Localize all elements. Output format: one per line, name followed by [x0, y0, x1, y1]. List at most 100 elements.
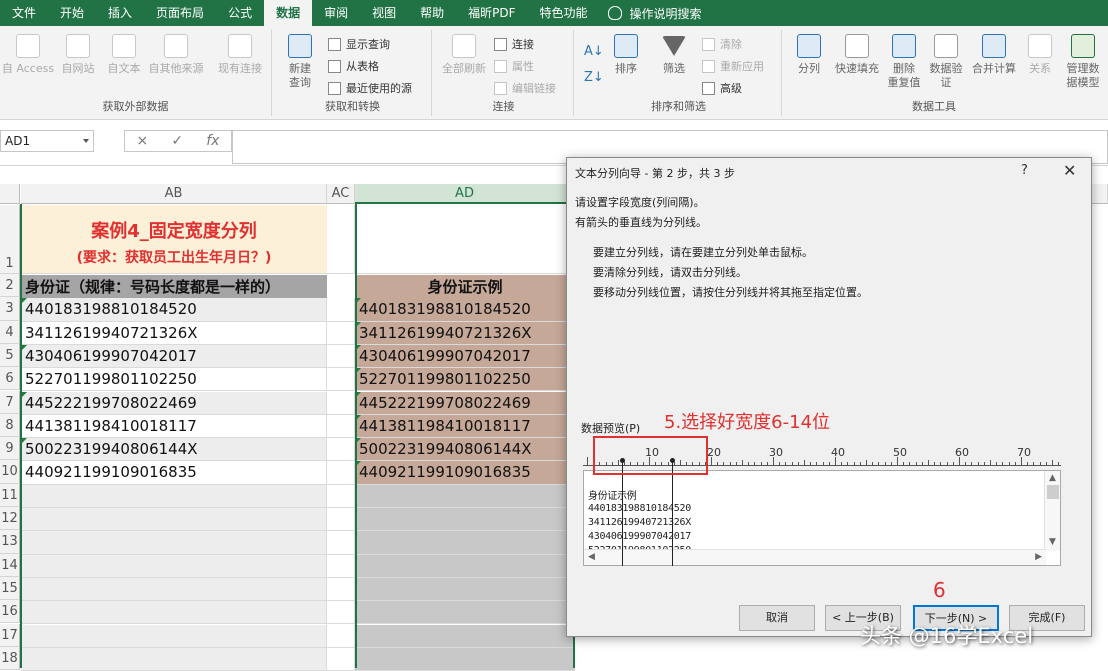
row-header[interactable]: 2: [0, 274, 20, 298]
scroll-down-icon[interactable]: ▼: [1049, 537, 1056, 547]
cell-empty[interactable]: [21, 484, 327, 508]
cell-ab-id[interactable]: 440183198810184520: [21, 298, 327, 322]
data-preview[interactable]: 身份证示例 440183198810184520 341126199407213…: [583, 470, 1061, 566]
tab-formulas[interactable]: 公式: [216, 0, 264, 26]
tab-file[interactable]: 文件: [0, 0, 48, 26]
cell-ac[interactable]: [327, 368, 355, 392]
insert-function-icon[interactable]: fx: [206, 133, 219, 149]
row-header[interactable]: 12: [0, 507, 20, 531]
existing-connections-button[interactable]: 现有连接: [212, 34, 268, 76]
sort-ascending-icon[interactable]: A↓: [584, 44, 604, 59]
from-access-button[interactable]: 自 Access: [0, 34, 56, 76]
row-header[interactable]: 15: [0, 576, 20, 601]
refresh-all-button[interactable]: 全部刷新: [436, 34, 492, 76]
connections-button[interactable]: 连接: [494, 36, 534, 52]
advanced-filter-button[interactable]: 高级: [702, 80, 742, 96]
cell-empty[interactable]: [327, 508, 355, 532]
manage-data-model-button[interactable]: 管理数 据模型: [1060, 34, 1106, 90]
cell-empty[interactable]: [327, 484, 355, 508]
cell-empty[interactable]: [21, 601, 327, 625]
row-header[interactable]: 3: [0, 297, 20, 321]
row-header[interactable]: 1: [0, 205, 20, 274]
break-line-6[interactable]: [622, 460, 623, 566]
cell-ab-id[interactable]: 445222199708022469: [21, 391, 327, 415]
cell-ac[interactable]: [327, 438, 355, 462]
cell-ac1[interactable]: [327, 205, 355, 274]
row-header[interactable]: 16: [0, 600, 20, 624]
cell-ad-id[interactable]: 440183198810184520: [355, 298, 575, 322]
from-table-button[interactable]: 从表格: [328, 58, 379, 74]
scroll-up-icon[interactable]: ▲: [1049, 473, 1056, 483]
cell-ac[interactable]: [327, 461, 355, 485]
properties-button[interactable]: 属性: [494, 58, 534, 74]
cell-ad-id[interactable]: 440921199109016835: [355, 461, 575, 485]
row-header[interactable]: 7: [0, 390, 20, 414]
cell-empty[interactable]: [21, 624, 327, 648]
cell-ad-id[interactable]: 445222199708022469: [355, 391, 575, 415]
cell-empty[interactable]: [355, 601, 575, 625]
banner-cell[interactable]: 案例4_固定宽度分列 (要求：获取员工出生年月日？): [21, 205, 327, 274]
cell-ac[interactable]: [327, 344, 355, 369]
close-icon[interactable]: ✕: [1063, 161, 1076, 180]
row-header[interactable]: 17: [0, 623, 20, 647]
cell-ab-id[interactable]: 522701199801102250: [21, 368, 327, 392]
sort-button[interactable]: 排序: [604, 34, 648, 76]
tell-me-search[interactable]: 操作说明搜索: [607, 5, 702, 22]
tab-insert[interactable]: 插入: [96, 0, 144, 26]
break-line-14[interactable]: [672, 460, 673, 566]
cell-ad-id[interactable]: 34112619940721326X: [355, 321, 575, 345]
new-query-button[interactable]: 新建 查询: [278, 34, 322, 90]
edit-links-button[interactable]: 编辑链接: [494, 80, 556, 96]
tab-foxit-pdf[interactable]: 福昕PDF: [456, 0, 527, 26]
row-header[interactable]: 13: [0, 530, 20, 554]
cancel-entry-icon[interactable]: ×: [137, 133, 149, 149]
cell-ab-id[interactable]: 430406199907042017: [21, 344, 327, 369]
row-header[interactable]: 11: [0, 483, 20, 507]
scroll-left-icon[interactable]: ◀: [588, 552, 595, 562]
row-header[interactable]: 4: [0, 320, 20, 344]
cell-ad-id[interactable]: 430406199907042017: [355, 344, 575, 369]
reapply-button[interactable]: 重新应用: [702, 58, 764, 74]
row-header[interactable]: 9: [0, 437, 20, 461]
tab-help[interactable]: 帮助: [408, 0, 456, 26]
cell-empty[interactable]: [327, 624, 355, 648]
column-header-ad[interactable]: AD: [355, 184, 575, 204]
tab-review[interactable]: 审阅: [312, 0, 360, 26]
cell-ab-id[interactable]: 440921199109016835: [21, 461, 327, 485]
cell-ab-id[interactable]: 441381198410018117: [21, 414, 327, 439]
cell-empty[interactable]: [327, 531, 355, 555]
column-header-ab[interactable]: AB: [21, 184, 327, 204]
cell-ac[interactable]: [327, 321, 355, 345]
remove-duplicates-button[interactable]: 删除 重复值: [882, 34, 926, 90]
row-header[interactable]: 18: [0, 646, 20, 671]
tab-view[interactable]: 视图: [360, 0, 408, 26]
cell-ac[interactable]: [327, 391, 355, 415]
from-text-button[interactable]: 自文本: [96, 34, 152, 76]
cell-empty[interactable]: [21, 508, 327, 532]
cell-ac[interactable]: [327, 414, 355, 439]
cell-ab-id[interactable]: 34112619940721326X: [21, 321, 327, 345]
cell-empty[interactable]: [327, 577, 355, 602]
tab-page-layout[interactable]: 页面布局: [144, 0, 216, 26]
flash-fill-button[interactable]: 快速填充: [830, 34, 884, 76]
cell-empty[interactable]: [355, 577, 575, 602]
cell-empty[interactable]: [21, 577, 327, 602]
cell-empty[interactable]: [327, 554, 355, 578]
cell-empty[interactable]: [355, 554, 575, 578]
preview-horizontal-scrollbar[interactable]: ◀ ▶: [584, 549, 1046, 565]
scroll-right-icon[interactable]: ▶: [1035, 552, 1042, 562]
cell-ad-id[interactable]: 50022319940806144X: [355, 438, 575, 462]
cell-empty[interactable]: [355, 624, 575, 648]
cell-ab-id[interactable]: 50022319940806144X: [21, 438, 327, 462]
row-header[interactable]: 6: [0, 367, 20, 391]
data-validation-button[interactable]: 数据验 证: [922, 34, 970, 90]
tab-data[interactable]: 数据: [264, 0, 313, 26]
text-to-columns-button[interactable]: 分列: [784, 34, 834, 76]
scroll-thumb[interactable]: [1047, 485, 1059, 499]
cell-empty[interactable]: [327, 601, 355, 625]
help-icon[interactable]: ?: [1021, 163, 1028, 178]
cell-empty[interactable]: [355, 531, 575, 555]
clear-filter-button[interactable]: 清除: [702, 36, 742, 52]
cell-ad-id[interactable]: 441381198410018117: [355, 414, 575, 439]
tab-home[interactable]: 开始: [48, 0, 96, 26]
